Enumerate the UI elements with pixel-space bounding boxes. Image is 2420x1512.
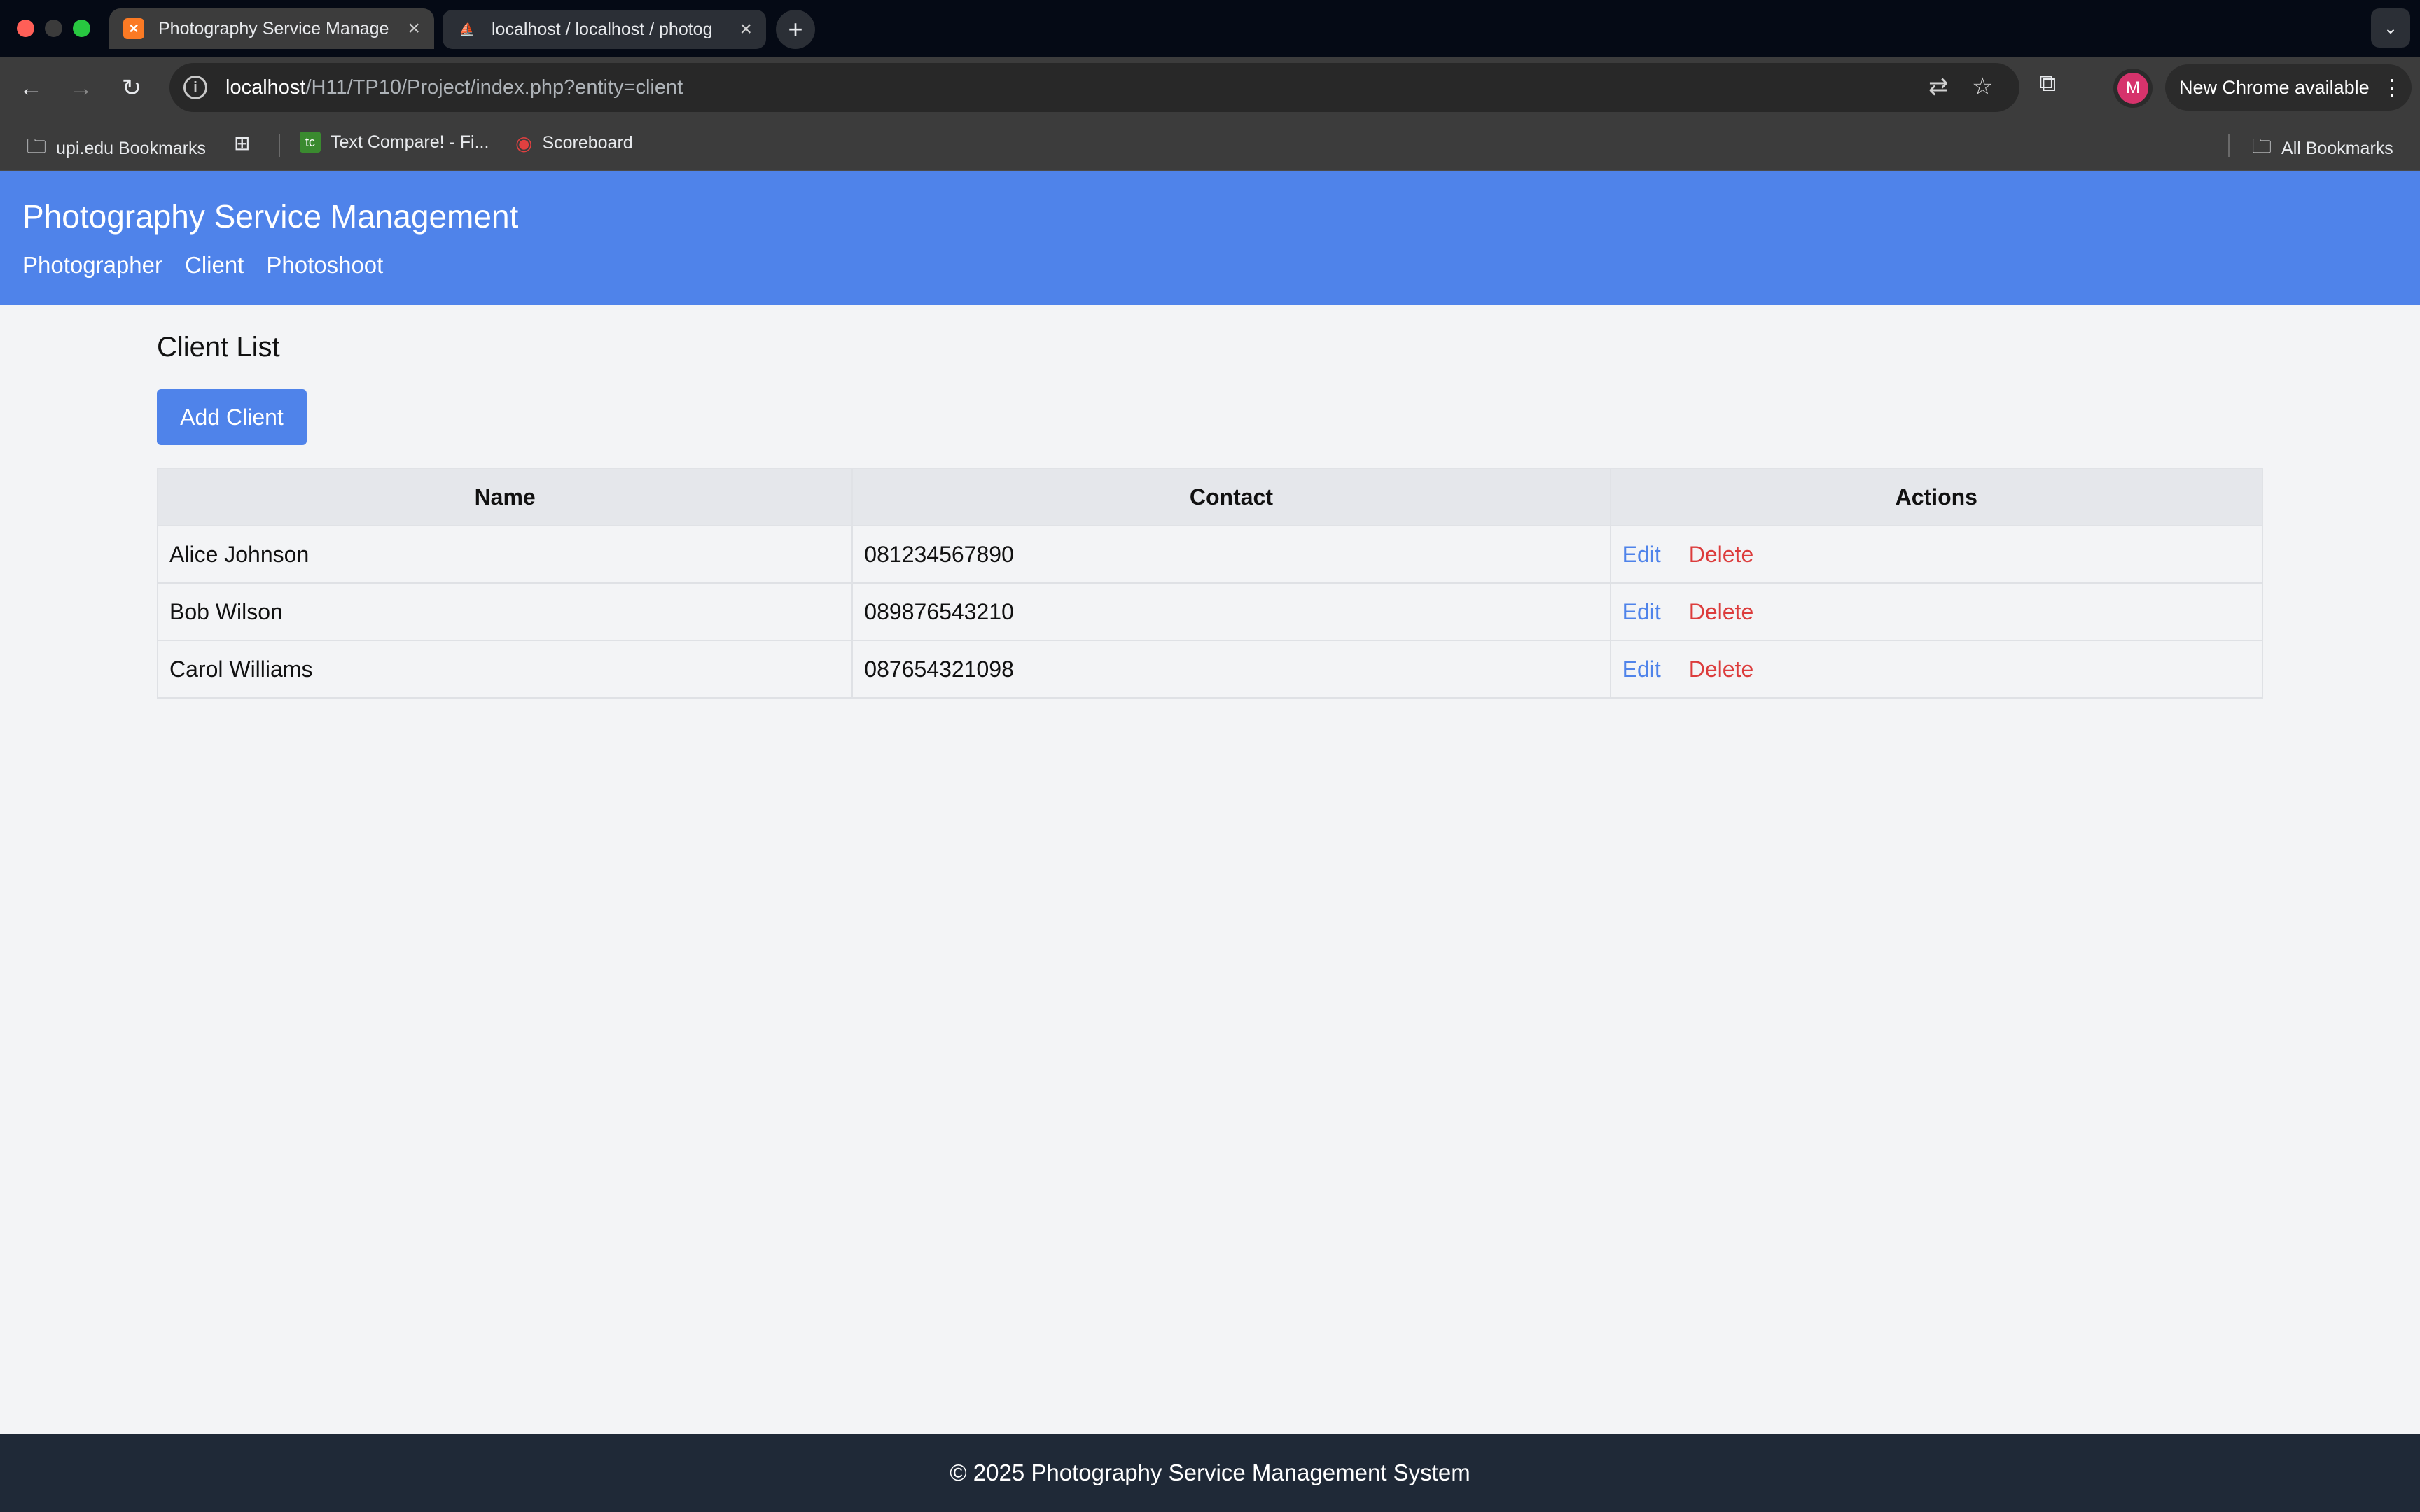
folder-icon: 🗀 — [2252, 135, 2272, 157]
tc-icon: tc — [300, 132, 321, 153]
bookmark-separator — [2228, 134, 2230, 157]
bookmark-upi-edu[interactable]: 🗀 upi.edu Bookmarks — [27, 132, 206, 165]
scoreboard-icon: ◉ — [515, 132, 533, 154]
xampp-icon: ✕ — [123, 18, 144, 39]
new-tab-button[interactable]: + — [776, 10, 815, 49]
bookmarks-bar: 🗀 upi.edu Bookmarks ⊞ tc Text Compare! -… — [0, 119, 2420, 171]
bookmark-label: upi.edu Bookmarks — [56, 138, 207, 158]
nav-photographer[interactable]: Photographer — [22, 252, 162, 279]
tab-title: Photography Service Manage — [158, 18, 389, 38]
edit-link[interactable]: Edit — [1622, 542, 1661, 567]
apps-grid-button[interactable]: ⊞ — [234, 132, 260, 155]
avatar[interactable]: M — [2118, 73, 2148, 104]
url-host: localhost — [225, 76, 306, 99]
row-actions: Edit Delete — [1609, 582, 2264, 641]
client-name: Alice Johnson — [156, 525, 854, 584]
folder-icon: 🗀 — [27, 135, 47, 157]
app-title: Photography Service Management — [22, 198, 519, 234]
translate-icon[interactable]: ⇄ — [1928, 73, 1949, 101]
close-window-button[interactable] — [17, 20, 34, 37]
bookmark-separator — [279, 134, 280, 157]
url-path: /H11/TP10/Project/index.php?entity=clien… — [305, 76, 683, 99]
forward-button[interactable]: → — [64, 71, 98, 105]
bookmark-star-icon[interactable]: ☆ — [1972, 73, 1993, 101]
edit-link[interactable]: Edit — [1622, 599, 1661, 624]
delete-link[interactable]: Delete — [1689, 657, 1754, 682]
app-header: Photography Service Management Photograp… — [0, 171, 2420, 305]
main-nav: Photographer Client Photoshoot — [22, 252, 383, 279]
table-header-row: Name Contact Actions — [156, 468, 2264, 526]
bookmark-label: Scoreboard — [542, 133, 633, 153]
delete-link[interactable]: Delete — [1689, 599, 1754, 624]
tab-phpmyadmin[interactable]: ⛵ localhost / localhost / photog × — [443, 10, 766, 49]
bookmark-text-compare[interactable]: tc Text Compare! - Fi... — [300, 132, 489, 153]
page-title: Client List — [157, 332, 280, 363]
nav-client[interactable]: Client — [185, 252, 244, 279]
more-menu-icon[interactable]: ⋮ — [2381, 74, 2403, 101]
tab-title: localhost / localhost / photog — [492, 19, 713, 39]
browser-tab-strip: ✕ Photography Service Manage × ⛵ localho… — [0, 0, 2420, 57]
client-name: Carol Williams — [156, 640, 854, 699]
edit-link[interactable]: Edit — [1622, 657, 1661, 682]
client-contact: 089876543210 — [851, 582, 1611, 641]
client-contact: 087654321098 — [851, 640, 1611, 699]
chrome-update-button[interactable]: New Chrome available ⋮ — [2165, 64, 2412, 111]
maximize-window-button[interactable] — [73, 20, 90, 37]
extensions-icon[interactable]: ⧉ — [2039, 70, 2056, 97]
site-info-icon[interactable]: i — [183, 76, 207, 99]
browser-toolbar: ← → ↻ i localhost/H11/TP10/Project/index… — [0, 57, 2420, 119]
reload-button[interactable]: ↻ — [115, 71, 148, 105]
apps-grid-icon: ⊞ — [234, 132, 251, 154]
close-icon[interactable]: × — [739, 18, 752, 41]
back-button[interactable]: ← — [14, 71, 48, 105]
phpmyadmin-icon: ⛵ — [459, 22, 475, 36]
footer-text: © 2025 Photography Service Management Sy… — [950, 1460, 1470, 1485]
column-header-contact: Contact — [851, 468, 1611, 526]
row-actions: Edit Delete — [1609, 525, 2264, 584]
table-row: Bob Wilson 089876543210 Edit Delete — [156, 582, 2264, 641]
minimize-window-button[interactable] — [45, 20, 62, 37]
all-bookmarks-button[interactable]: 🗀 All Bookmarks — [2252, 132, 2393, 165]
table-row: Alice Johnson 081234567890 Edit Delete — [156, 525, 2264, 584]
column-header-name: Name — [156, 468, 854, 526]
tab-photography-service[interactable]: ✕ Photography Service Manage × — [109, 8, 434, 49]
address-bar[interactable]: i localhost/H11/TP10/Project/index.php?e… — [169, 63, 2019, 112]
close-icon[interactable]: × — [408, 17, 420, 41]
delete-link[interactable]: Delete — [1689, 542, 1754, 567]
column-header-actions: Actions — [1609, 468, 2264, 526]
client-table: Name Contact Actions Alice Johnson 08123… — [156, 468, 2264, 699]
client-name: Bob Wilson — [156, 582, 854, 641]
all-bookmarks-label: All Bookmarks — [2281, 138, 2393, 158]
update-label: New Chrome available — [2179, 76, 2370, 98]
bookmark-label: Text Compare! - Fi... — [331, 132, 489, 152]
page-footer: © 2025 Photography Service Management Sy… — [0, 1434, 2420, 1512]
nav-photoshoot[interactable]: Photoshoot — [266, 252, 383, 279]
add-client-button[interactable]: Add Client — [157, 389, 307, 445]
client-contact: 081234567890 — [851, 525, 1611, 584]
row-actions: Edit Delete — [1609, 640, 2264, 699]
tab-search-button[interactable]: ⌄ — [2371, 8, 2410, 48]
table-row: Carol Williams 087654321098 Edit Delete — [156, 640, 2264, 699]
bookmark-scoreboard[interactable]: ◉ Scoreboard — [515, 132, 633, 155]
